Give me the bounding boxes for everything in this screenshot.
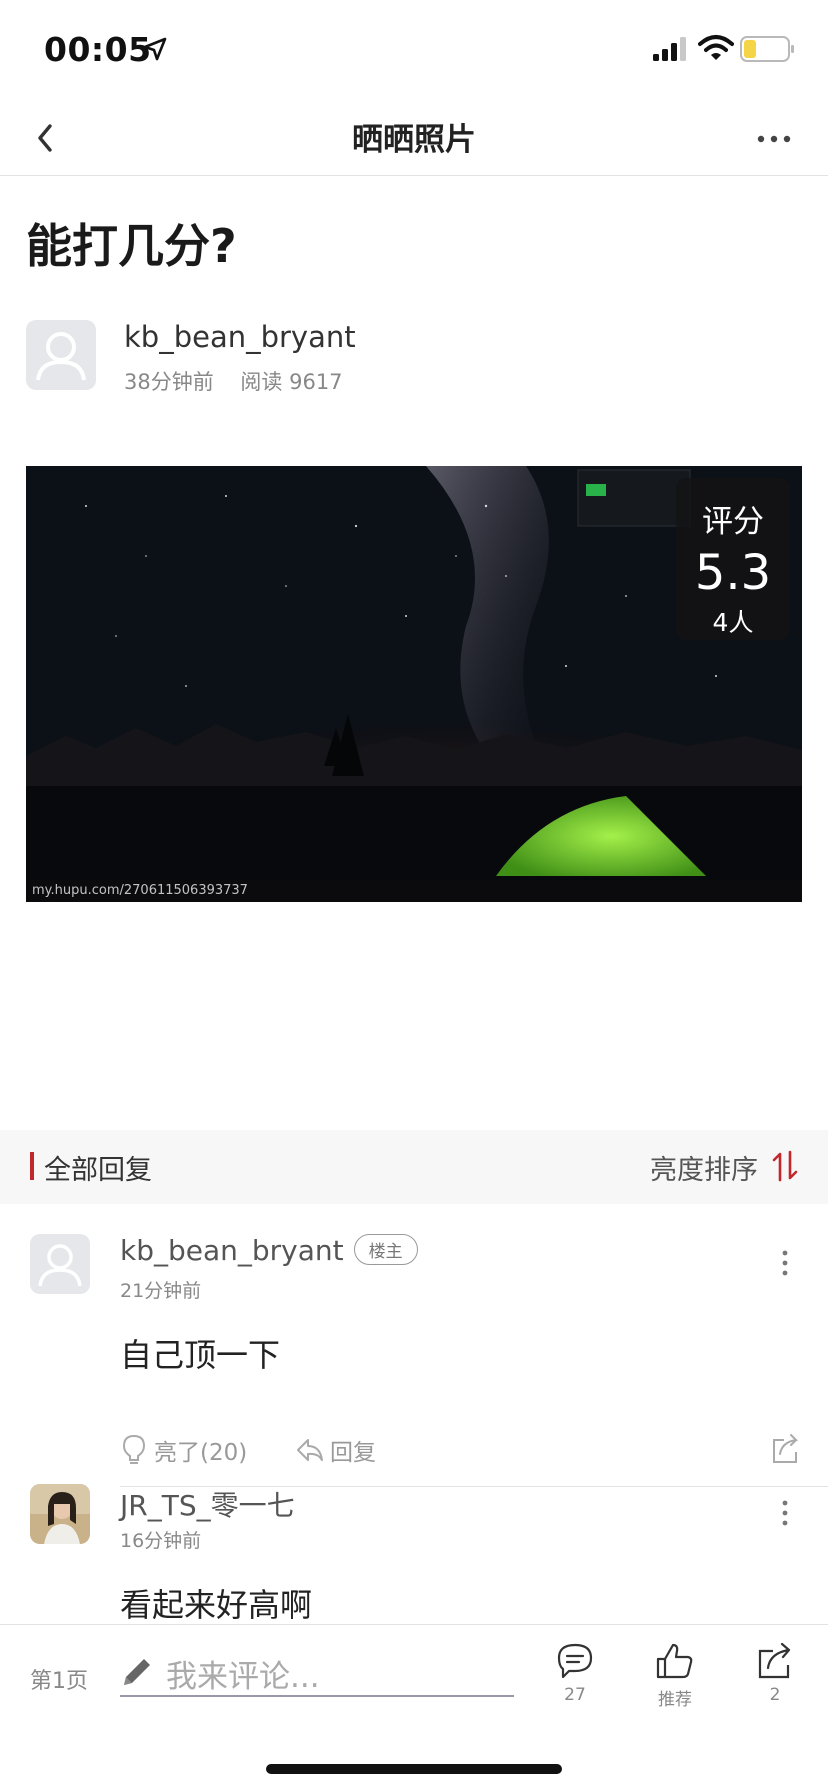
sort-arrows-icon[interactable] — [772, 1150, 798, 1182]
comment-bubble-icon — [557, 1643, 593, 1679]
share-button[interactable]: 2 — [740, 1641, 810, 1705]
rating-score: 5.3 — [694, 545, 772, 601]
comments-button[interactable]: 27 — [540, 1641, 610, 1705]
page-indicator[interactable]: 第1页 — [30, 1663, 88, 1695]
page-title: 晒晒照片 — [352, 122, 476, 158]
comments-count: 27 — [564, 1685, 586, 1705]
lightbulb-icon — [122, 1434, 146, 1464]
recommend-button[interactable]: 推荐 — [640, 1641, 710, 1710]
commenter-name-text: JR_TS_零一七 — [120, 1489, 295, 1522]
reply-label: 回复 — [330, 1440, 376, 1466]
ellipsis-icon[interactable] — [754, 124, 794, 154]
commenter-name[interactable]: JR_TS_零一七 — [120, 1484, 295, 1524]
rating-count: 4人 — [712, 608, 754, 637]
comment-input-placeholder: 我来评论... — [166, 1659, 320, 1695]
cellular-signal-icon — [653, 37, 686, 61]
vertical-ellipsis-icon[interactable] — [780, 1248, 790, 1278]
comment-time: 21分钟前 — [120, 1280, 202, 1302]
battery-low-icon — [740, 36, 794, 62]
commenter-avatar[interactable] — [30, 1484, 90, 1544]
post-title: 能打几分? — [26, 219, 237, 273]
user-photo-avatar — [30, 1484, 90, 1544]
vertical-ellipsis-icon[interactable] — [780, 1498, 790, 1528]
comment-actions: 亮了(20) 回复 — [120, 1432, 800, 1468]
status-time: 00:05 — [44, 30, 152, 69]
comment-time: 16分钟前 — [120, 1530, 202, 1552]
commenter-avatar[interactable] — [30, 1234, 90, 1294]
home-indicator[interactable] — [266, 1764, 562, 1774]
sort-label[interactable]: 亮度排序 — [650, 1148, 758, 1187]
post-photo[interactable]: my.hupu.com/270611506393737 评分 5.3 4人 — [26, 466, 802, 902]
navigation-bar: 晒晒照片 — [0, 100, 828, 176]
author-avatar[interactable] — [26, 320, 96, 390]
read-count: 阅读 9617 — [240, 370, 343, 394]
location-arrow-icon — [143, 37, 167, 61]
rating-box[interactable]: 评分 5.3 4人 — [676, 478, 790, 640]
replies-title: 全部回复 — [44, 1155, 152, 1186]
status-bar: 00:05 — [0, 0, 828, 100]
post-time: 38分钟前 — [124, 370, 214, 394]
section-accent-bar — [30, 1152, 34, 1180]
share-icon[interactable] — [770, 1432, 800, 1464]
light-label: 亮了(20) — [154, 1440, 248, 1466]
default-avatar-icon — [36, 332, 86, 381]
author-name[interactable]: kb_bean_bryant — [124, 320, 356, 354]
comment-item: JR_TS_零一七 16分钟前 看起来好高啊 — [0, 1484, 828, 1624]
comment-input[interactable]: 我来评论... — [120, 1647, 514, 1697]
op-badge: 楼主 — [353, 1233, 418, 1265]
light-button[interactable]: 亮了(20) — [120, 1432, 247, 1468]
share-count: 2 — [769, 1685, 781, 1705]
recommend-label: 推荐 — [658, 1690, 692, 1710]
thumbs-up-icon — [656, 1643, 693, 1679]
commenter-name[interactable]: kb_bean_bryant 楼主 — [120, 1233, 418, 1268]
replies-header: 全部回复 亮度排序 — [0, 1130, 828, 1204]
default-avatar-icon — [38, 1244, 82, 1287]
comment-item: kb_bean_bryant 楼主 21分钟前 自己顶一下 亮了(20) 回复 — [0, 1233, 828, 1494]
reply-arrow-icon — [297, 1439, 323, 1461]
rating-label: 评分 — [702, 504, 764, 540]
comment-text: 看起来好高啊 — [120, 1586, 313, 1624]
comment-text: 自己顶一下 — [120, 1336, 281, 1374]
reply-button[interactable]: 回复 — [296, 1432, 376, 1468]
pencil-icon — [124, 1659, 150, 1685]
photo-watermark: my.hupu.com/270611506393737 — [32, 883, 248, 898]
wifi-icon — [698, 35, 734, 60]
post-meta: 38分钟前 阅读 9617 — [124, 366, 363, 396]
share-icon — [758, 1642, 791, 1679]
commenter-name-text: kb_bean_bryant — [120, 1234, 344, 1267]
